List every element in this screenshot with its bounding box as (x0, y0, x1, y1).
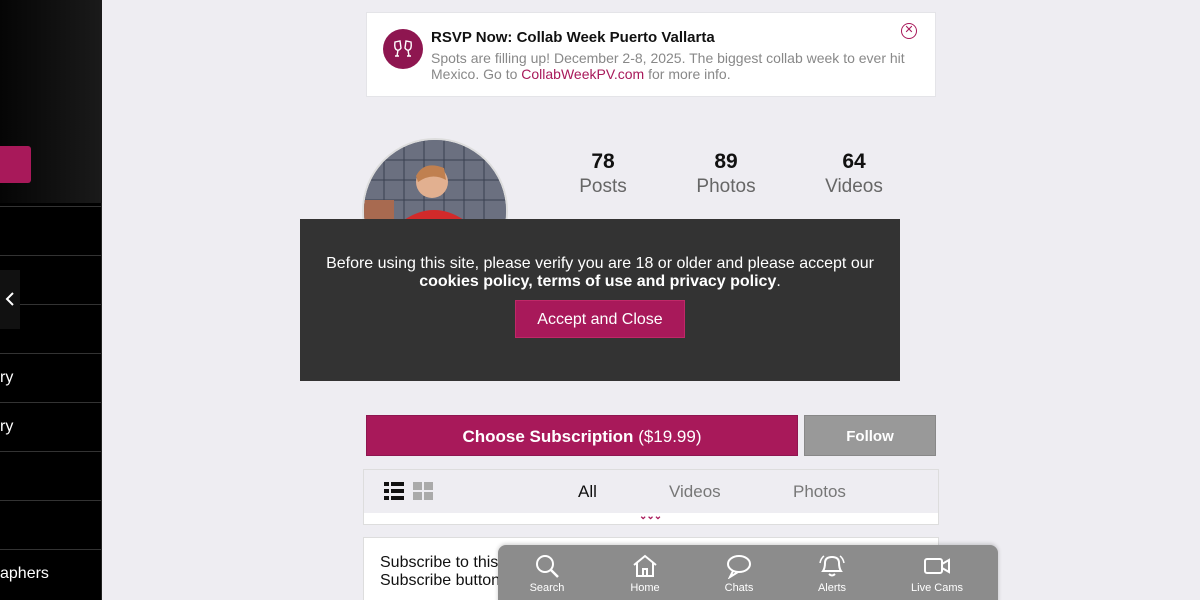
sidebar-item[interactable] (0, 500, 101, 549)
subscribe-card-text: Subscribe to this Subscribe button (380, 554, 501, 589)
banner-body: Spots are filling up! December 2-8, 2025… (431, 50, 905, 82)
list-view-icon[interactable] (384, 482, 404, 500)
chat-icon (727, 555, 751, 579)
bell-icon (819, 555, 845, 577)
tab-photos[interactable]: Photos (793, 482, 846, 502)
choose-subscription-button[interactable]: Choose Subscription ($19.99) (366, 415, 798, 456)
home-icon (633, 554, 657, 577)
announcement-banner: RSVP Now: Collab Week Puerto Vallarta Sp… (366, 12, 936, 97)
stat-videos[interactable]: 64 Videos (804, 150, 904, 198)
close-icon[interactable]: ✕ (901, 23, 917, 39)
nav-search[interactable]: Search (526, 553, 568, 594)
video-camera-icon (924, 558, 950, 574)
stat-photos[interactable]: 89 Photos (676, 150, 776, 198)
tab-videos[interactable]: Videos (669, 482, 721, 502)
banner-link[interactable]: CollabWeekPV.com (521, 66, 644, 82)
accept-close-button[interactable]: Accept and Close (515, 300, 685, 338)
policy-links[interactable]: cookies policy, terms of use and privacy… (419, 273, 776, 290)
chevron-left-icon (5, 292, 14, 306)
sidebar: ry ry aphers (0, 0, 102, 600)
nav-chats[interactable]: Chats (718, 553, 760, 594)
bottom-nav: Search Home Chats Alerts Live Cams (498, 545, 998, 600)
sidebar-action-button[interactable] (0, 146, 31, 183)
content-tabs: All Videos Photos (363, 469, 939, 513)
nav-home[interactable]: Home (624, 553, 666, 594)
sidebar-item[interactable]: aphers (0, 549, 101, 598)
consent-text: Before using this site, please verify yo… (326, 255, 874, 290)
sidebar-item[interactable]: ry (0, 353, 101, 402)
sidebar-item[interactable] (0, 206, 101, 255)
chevron-down-icon: ⌄⌄⌄ (639, 511, 662, 522)
stat-posts[interactable]: 78 Posts (553, 150, 653, 198)
nav-alerts[interactable]: Alerts (811, 553, 853, 594)
grid-view-icon[interactable] (413, 482, 433, 500)
sidebar-item[interactable]: ry (0, 402, 101, 451)
nav-live-cams[interactable]: Live Cams (904, 553, 970, 594)
tabs-expand-strip[interactable]: ⌄⌄⌄ (363, 511, 939, 525)
tab-all[interactable]: All (578, 482, 597, 502)
age-consent-dialog: Before using this site, please verify yo… (300, 219, 900, 381)
sidebar-collapse-button[interactable] (0, 270, 20, 329)
follow-button[interactable]: Follow (804, 415, 936, 456)
search-icon (536, 555, 559, 578)
sidebar-item[interactable] (0, 451, 101, 500)
toast-glasses-icon (383, 29, 423, 69)
banner-title: RSVP Now: Collab Week Puerto Vallarta (431, 29, 715, 46)
